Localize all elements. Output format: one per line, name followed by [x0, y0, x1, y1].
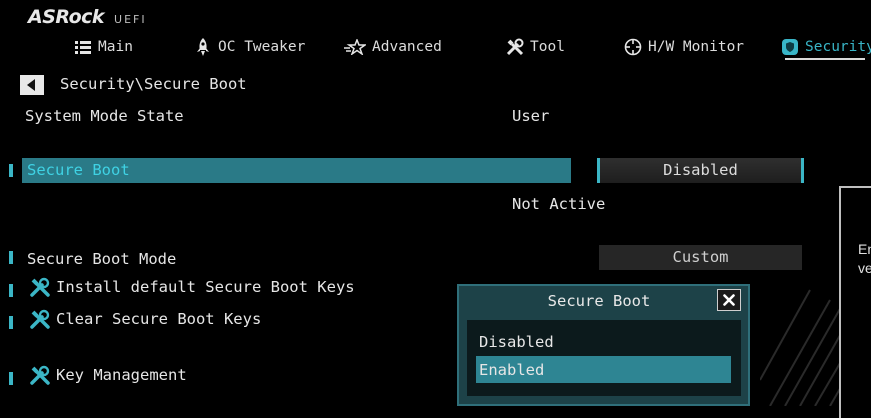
tab-security[interactable]: Security [780, 36, 871, 58]
tab-security-label: Security [805, 39, 871, 55]
secure-boot-value-dropdown[interactable]: Disabled [597, 158, 804, 183]
tab-oc-tweaker[interactable]: OC Tweaker [193, 36, 305, 58]
tab-tool[interactable]: Tool [505, 36, 565, 58]
uefi-subtitle: UEFI [114, 13, 147, 26]
popup-close-button[interactable] [717, 289, 741, 311]
brand-name: ASRock [28, 6, 105, 28]
breadcrumb: Security\Secure Boot [60, 75, 247, 93]
wrench-icon [29, 364, 51, 390]
secure-boot-mode-label[interactable]: Secure Boot Mode [27, 250, 176, 268]
tab-oc-tweaker-label: OC Tweaker [218, 39, 306, 55]
back-arrow-icon [27, 79, 35, 91]
install-default-keys-item[interactable]: Install default Secure Boot Keys [56, 278, 355, 296]
back-button[interactable] [20, 75, 44, 95]
tab-tool-label: Tool [530, 39, 565, 55]
crosshair-icon [623, 37, 643, 57]
tab-advanced-label: Advanced [372, 39, 442, 55]
wrench-icon [29, 276, 51, 302]
tab-main-label: Main [98, 39, 133, 55]
secure-boot-status: Not Active [512, 195, 606, 213]
row-indicator [9, 251, 13, 264]
rocket-icon [193, 37, 213, 57]
row-indicator [9, 284, 13, 297]
tools-icon [505, 37, 525, 57]
system-mode-state-label: System Mode State [25, 107, 184, 125]
asrock-logo: ASRock UEFI [28, 6, 147, 28]
popup-option-enabled[interactable]: Enabled [479, 361, 544, 379]
tab-hw-monitor[interactable]: H/W Monitor [623, 36, 744, 58]
system-mode-state-value: User [512, 107, 550, 125]
row-indicator [9, 164, 13, 177]
row-indicator [9, 316, 13, 329]
list-icon [73, 37, 93, 57]
clear-keys-item[interactable]: Clear Secure Boot Keys [56, 310, 261, 328]
wrench-icon [29, 308, 51, 334]
row-indicator [9, 372, 13, 385]
tab-hw-monitor-label: H/W Monitor [648, 39, 745, 55]
key-management-item[interactable]: Key Management [56, 366, 187, 384]
popup-title: Secure Boot [547, 292, 651, 310]
active-tab-underline [785, 58, 865, 60]
help-panel [839, 186, 871, 418]
shield-icon [780, 37, 800, 57]
popup-option-disabled[interactable]: Disabled [479, 333, 554, 351]
secure-boot-label: Secure Boot [27, 161, 130, 179]
tab-advanced[interactable]: Advanced [343, 36, 442, 58]
close-icon [723, 294, 735, 306]
help-description: En ve [858, 241, 871, 276]
tab-main[interactable]: Main [73, 36, 133, 58]
star-icon [343, 37, 367, 57]
